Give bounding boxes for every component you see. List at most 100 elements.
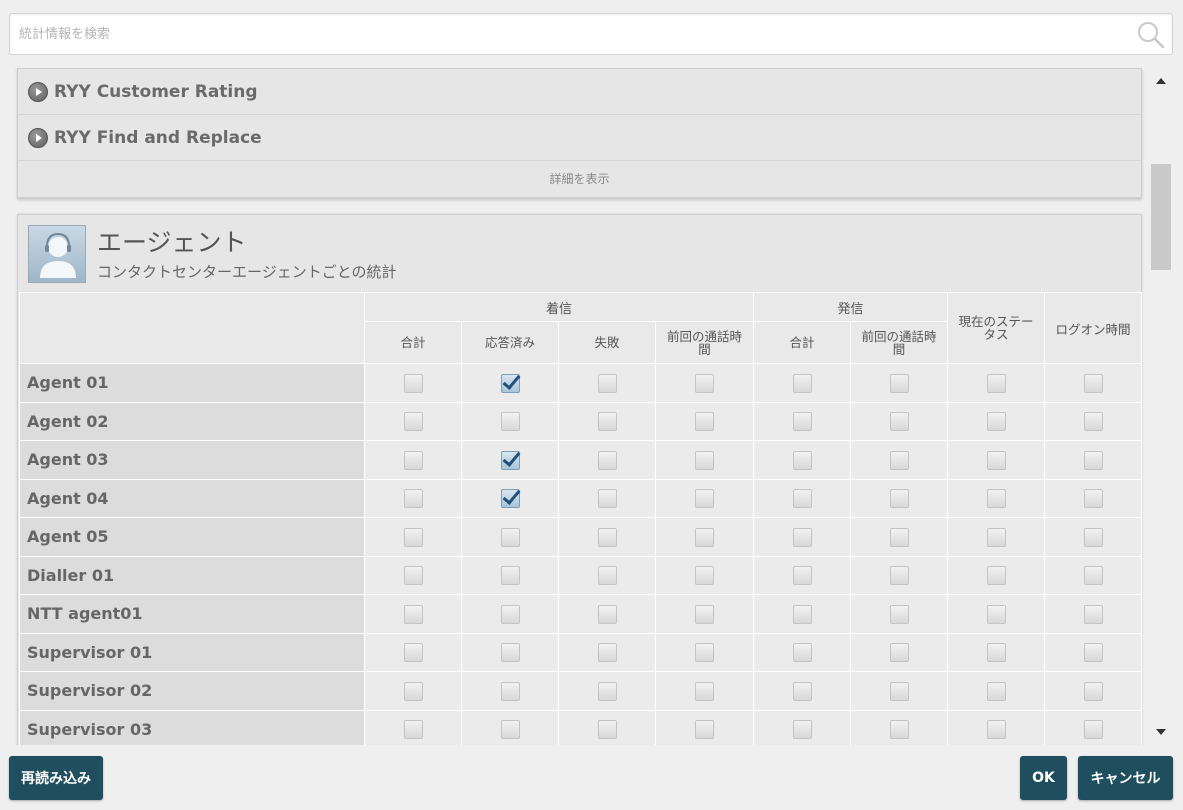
checkbox[interactable]	[695, 720, 714, 740]
checkbox[interactable]	[792, 373, 812, 393]
checkbox[interactable]	[792, 681, 812, 701]
checkbox[interactable]	[500, 604, 520, 624]
checkbox[interactable]	[597, 527, 617, 547]
checkbox[interactable]	[889, 527, 909, 547]
checkbox[interactable]	[986, 566, 1006, 586]
checkbox[interactable]	[1083, 373, 1103, 393]
scroll-down-icon[interactable]	[1156, 729, 1166, 735]
table-row: NTT agent01	[19, 594, 1143, 634]
checkbox[interactable]	[403, 489, 423, 509]
checkbox[interactable]	[403, 681, 423, 701]
search-icon[interactable]	[1136, 20, 1166, 50]
checkbox[interactable]	[986, 489, 1006, 509]
checkbox[interactable]	[792, 489, 812, 509]
checkbox[interactable]	[500, 527, 520, 547]
checkbox-cell	[461, 401, 559, 441]
checkbox[interactable]	[792, 450, 812, 470]
checkbox[interactable]	[986, 412, 1006, 432]
checkbox-cell	[1044, 594, 1143, 634]
checkbox[interactable]	[986, 720, 1006, 740]
checkbox[interactable]	[403, 604, 423, 624]
checkbox[interactable]	[695, 643, 714, 663]
show-details-link[interactable]: 詳細を表示	[18, 161, 1141, 195]
checkbox[interactable]	[403, 566, 423, 586]
checkbox[interactable]	[403, 450, 423, 470]
checkbox[interactable]	[500, 412, 520, 432]
checkbox[interactable]	[792, 604, 812, 624]
checkbox[interactable]	[889, 681, 909, 701]
checkbox[interactable]	[403, 720, 423, 740]
checkbox[interactable]	[986, 681, 1006, 701]
checkbox[interactable]	[695, 450, 714, 470]
checkbox[interactable]	[792, 566, 812, 586]
reload-button[interactable]: 再読み込み	[9, 756, 103, 800]
checkbox[interactable]	[597, 720, 617, 740]
checkbox[interactable]	[986, 450, 1006, 470]
checkbox[interactable]	[986, 527, 1006, 547]
checkbox[interactable]	[1083, 412, 1103, 432]
checkbox[interactable]	[889, 373, 909, 393]
ok-button[interactable]: OK	[1020, 756, 1067, 800]
checkbox[interactable]	[889, 566, 909, 586]
checkbox[interactable]	[597, 681, 617, 701]
vertical-scrollbar[interactable]	[1149, 68, 1173, 745]
checkbox[interactable]	[792, 527, 812, 547]
checkbox[interactable]	[1083, 489, 1103, 509]
checkbox[interactable]	[403, 373, 423, 393]
checkbox[interactable]	[597, 604, 617, 624]
checkbox[interactable]	[695, 489, 714, 509]
checkbox[interactable]	[1083, 527, 1103, 547]
checkbox[interactable]	[792, 643, 812, 663]
checkbox[interactable]	[792, 412, 812, 432]
checkbox[interactable]	[695, 527, 714, 547]
checkbox[interactable]	[889, 643, 909, 663]
agent-stats-table: 着信 発信 現在のステータス ログオン時間 合計 応答済み 失敗 前回の通話時間…	[19, 292, 1143, 745]
checkbox[interactable]	[695, 373, 714, 393]
checkbox[interactable]	[695, 681, 714, 701]
checkbox-checked[interactable]	[500, 373, 520, 393]
cancel-button[interactable]: キャンセル	[1078, 756, 1173, 800]
checkbox[interactable]	[695, 412, 714, 432]
checkbox[interactable]	[1083, 720, 1103, 740]
checkbox[interactable]	[986, 643, 1006, 663]
checkbox[interactable]	[597, 412, 617, 432]
checkbox[interactable]	[889, 450, 909, 470]
checkbox[interactable]	[1083, 643, 1103, 663]
checkbox[interactable]	[792, 720, 812, 740]
checkbox[interactable]	[889, 720, 909, 740]
checkbox[interactable]	[986, 373, 1006, 393]
search-input[interactable]	[10, 14, 1130, 54]
checkbox-cell	[461, 594, 559, 634]
checkbox-checked[interactable]	[500, 489, 520, 509]
checkbox[interactable]	[597, 489, 617, 509]
checkbox[interactable]	[597, 373, 617, 393]
checkbox[interactable]	[1083, 566, 1103, 586]
checkbox-checked[interactable]	[500, 450, 520, 470]
scroll-up-icon[interactable]	[1156, 78, 1166, 84]
checkbox[interactable]	[500, 681, 520, 701]
checkbox[interactable]	[500, 643, 520, 663]
checkbox[interactable]	[889, 412, 909, 432]
checkbox[interactable]	[597, 450, 617, 470]
checkbox[interactable]	[597, 566, 617, 586]
checkbox[interactable]	[403, 643, 423, 663]
checkbox[interactable]	[403, 412, 423, 432]
report-item-customer-rating[interactable]: RYY Customer Rating	[18, 69, 1141, 115]
checkbox[interactable]	[889, 604, 909, 624]
checkbox[interactable]	[1083, 450, 1103, 470]
scrollbar-thumb[interactable]	[1151, 164, 1171, 270]
checkbox[interactable]	[500, 566, 520, 586]
checkbox-cell	[558, 440, 656, 480]
checkbox-cell	[461, 363, 559, 403]
checkbox[interactable]	[695, 566, 714, 586]
checkbox[interactable]	[500, 720, 520, 740]
checkbox[interactable]	[889, 489, 909, 509]
checkbox[interactable]	[403, 527, 423, 547]
checkbox-cell	[850, 478, 949, 518]
report-item-find-and-replace[interactable]: RYY Find and Replace	[18, 115, 1141, 161]
checkbox[interactable]	[1083, 681, 1103, 701]
checkbox[interactable]	[1083, 604, 1103, 624]
checkbox[interactable]	[986, 604, 1006, 624]
checkbox[interactable]	[597, 643, 617, 663]
checkbox[interactable]	[695, 604, 714, 624]
